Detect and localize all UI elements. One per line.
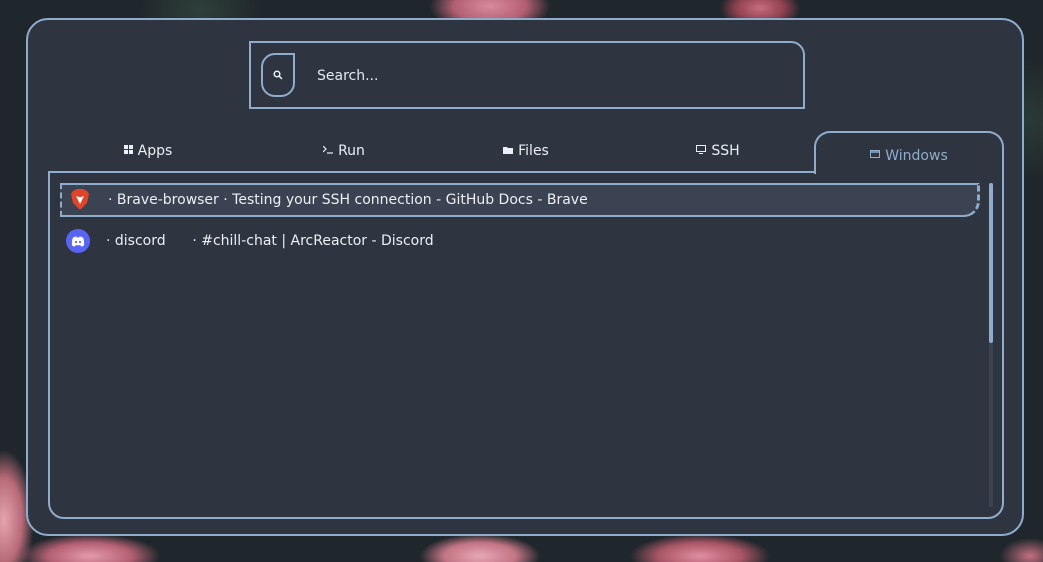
search-input[interactable] — [315, 63, 779, 89]
scrollbar-thumb[interactable] — [989, 183, 993, 343]
tab-label: Run — [338, 143, 365, 159]
window-icon — [870, 150, 881, 161]
tab-ssh[interactable]: SSH — [620, 131, 816, 171]
tab-bar: Apps Run Files SSH Windows — [28, 131, 1026, 174]
tab-files[interactable]: Files — [428, 131, 624, 171]
folder-icon — [503, 146, 514, 157]
tab-label: Apps — [137, 143, 173, 159]
window-title: · Brave-browser · Testing your SSH conne… — [108, 192, 588, 208]
search-icon[interactable] — [261, 53, 295, 97]
tab-label: Files — [518, 143, 549, 159]
list-item[interactable]: · Brave-browser · Testing your SSH conne… — [60, 183, 980, 217]
window-list: · Brave-browser · Testing your SSH conne… — [48, 171, 1004, 519]
tab-label: Windows — [885, 147, 948, 164]
tab-windows[interactable]: Windows — [814, 131, 1004, 174]
discord-icon — [66, 229, 90, 253]
search-box — [249, 41, 805, 109]
brave-icon — [68, 188, 92, 212]
list-item[interactable]: · discord · #chill-chat | ArcReactor - D… — [60, 224, 980, 258]
tab-label: SSH — [711, 143, 740, 159]
monitor-icon — [696, 145, 707, 157]
list-divider — [48, 171, 814, 173]
scrollbar[interactable] — [989, 183, 993, 507]
tab-run[interactable]: Run — [246, 131, 442, 171]
launcher-window: Apps Run Files SSH Windows — [26, 18, 1024, 536]
window-title: · discord · #chill-chat | ArcReactor - D… — [106, 233, 434, 249]
tab-apps[interactable]: Apps — [50, 131, 246, 171]
grid-icon — [123, 145, 133, 157]
terminal-icon — [322, 145, 334, 157]
